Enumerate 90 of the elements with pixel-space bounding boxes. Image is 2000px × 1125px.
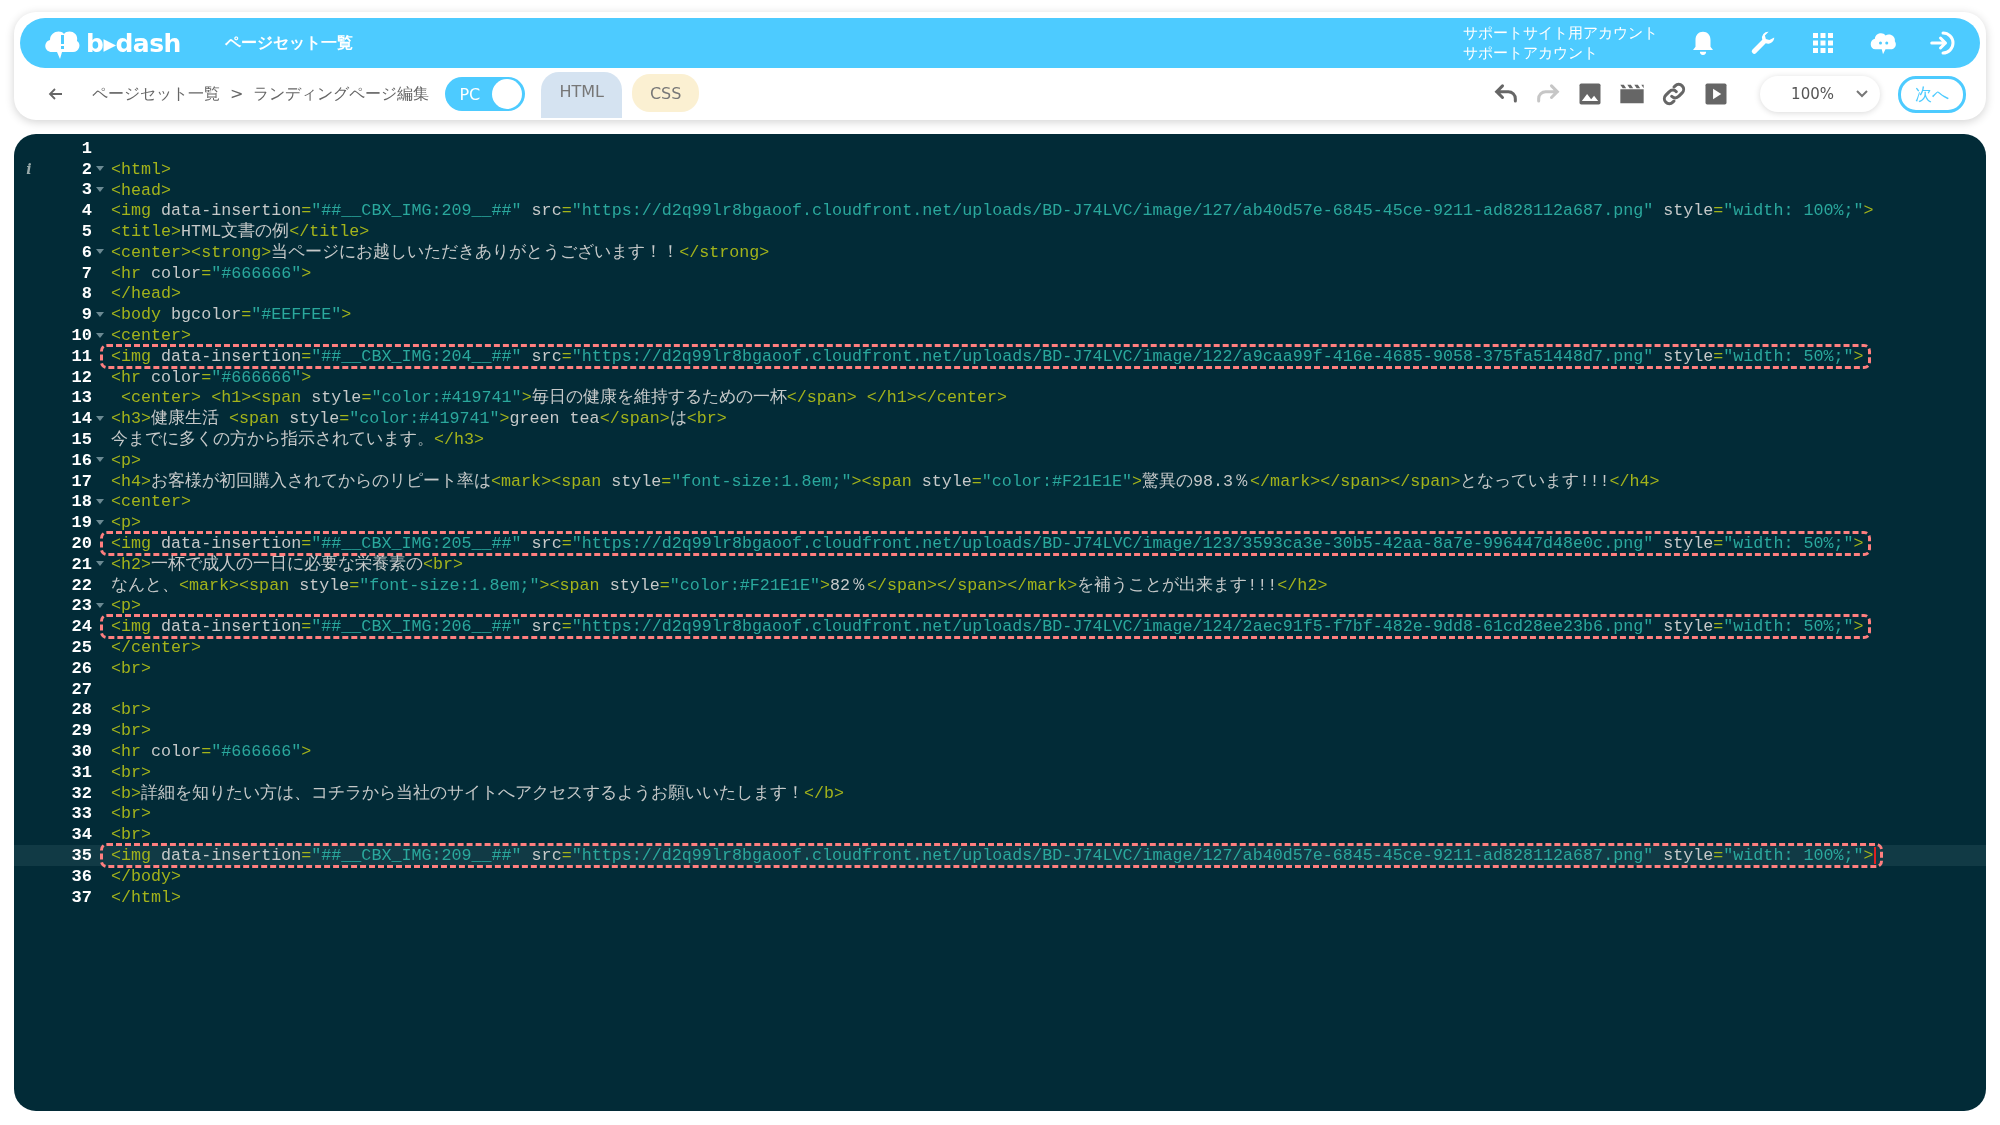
editor-tab[interactable]: CSS — [631, 74, 700, 112]
line-number: 35 — [70, 846, 92, 865]
line-number: 12 — [70, 367, 92, 387]
code-line: <br> — [110, 699, 153, 722]
breadcrumb-separator: > — [230, 83, 244, 105]
code-line: なんと、<mark><span style="font-size:1.8em;"><span style="color:#F21E1E">82％</span></span></mark>を補うことが出来ます!!!</h2> — [110, 574, 1329, 597]
line-number: 14 — [70, 409, 92, 429]
line-number: 24 — [70, 617, 92, 637]
editor-tab[interactable]: HTML — [541, 72, 622, 118]
fold-caret-icon[interactable] — [96, 332, 104, 339]
breadcrumb-item[interactable]: ページセット一覧 — [92, 83, 220, 105]
line-number: 15 — [70, 430, 92, 450]
line-number: 4 — [80, 201, 92, 221]
line-number: 19 — [70, 513, 92, 533]
zoom-select[interactable]: 100% — [1760, 76, 1880, 112]
line-number: 13 — [70, 388, 92, 408]
code-line: <b>詳細を知りたい方は、コチラから当社のサイトへアクセスするようお願いいたします！</b> — [110, 782, 846, 805]
line-number: 10 — [70, 326, 92, 346]
fold-caret-icon[interactable] — [96, 415, 104, 422]
code-line: <center> <h1><span style="color:#419741">毎日の健康を維持するための一杯</span> </h1></center> — [120, 387, 1008, 409]
line-number: 20 — [70, 534, 92, 554]
code-line: <br> — [110, 657, 153, 680]
line-number: 21 — [70, 554, 92, 574]
code-line: <hr color="#666666"> — [110, 366, 313, 389]
code-line: <img data-insertion="##__CBX_IMG:204__##" src="https://d2q99lr8bgaoof.cloudfront.net/uploads/BD-J74LVC/image/122/a9caa99f-416e-4685-9058-375fa51448d7.png" style="width: 50%;"> — [100, 343, 1871, 369]
line-number: 11 — [70, 346, 92, 366]
line-number: 37 — [70, 887, 92, 907]
fold-caret-icon[interactable] — [96, 457, 104, 464]
code-line: <html> — [110, 158, 173, 181]
line-number: 30 — [70, 742, 92, 761]
line-number: 36 — [70, 866, 92, 886]
line-number: 9 — [80, 305, 92, 325]
code-line: </body> — [110, 865, 183, 888]
code-line: <h3>健康生活 <span style="color:#419741">green tea</span>は<br> — [110, 408, 728, 430]
code-line: <img data-insertion="##__CBX_IMG:206__##" src="https://d2q99lr8bgaoof.cloudfront.net/uploads/BD-J74LVC/image/124/2aec91f5-f7bf-482e-9dd8-61cd28ee23b6.png" style="width: 50%;"> — [100, 614, 1871, 640]
line-number: 26 — [70, 658, 92, 678]
breadcrumb-item[interactable]: ランディングページ編集 — [253, 83, 430, 105]
fold-caret-icon[interactable] — [96, 311, 104, 318]
fold-caret-icon[interactable] — [96, 249, 104, 256]
code-line: <title>HTML文書の例</title> — [110, 221, 371, 243]
chevron-down-icon — [1856, 90, 1868, 98]
line-number: 31 — [70, 762, 92, 782]
code-line: 今までに多くの方から指示されています。</h3> — [110, 429, 486, 452]
line-number: 33 — [70, 804, 92, 824]
line-number: 1 — [80, 138, 92, 158]
fold-caret-icon[interactable] — [96, 561, 104, 568]
account-name: サポートサイト用アカウント — [1463, 23, 1658, 43]
code-line: </head> — [110, 283, 183, 306]
text-cursor — [1873, 847, 1876, 865]
line-number: 18 — [70, 492, 92, 512]
page-title: ページセット一覧 — [224, 32, 353, 54]
info-marker[interactable]: i — [26, 161, 32, 178]
code-line: <hr color="#666666"> — [110, 741, 313, 763]
line-number: 32 — [70, 783, 92, 803]
line-number: 5 — [80, 222, 92, 242]
code-line: </center> — [110, 637, 203, 660]
account-name: サポートアカウント — [1463, 43, 1599, 63]
code-line: <br> — [110, 803, 153, 826]
code-line: <img data-insertion="##__CBX_IMG:209__##" src="https://d2q99lr8bgaoof.cloudfront.net/uploads/BD-J74LVC/image/127/ab40d57e-6845-45ce-9211-ad828112a687.png" style="width: 100%;"> — [100, 843, 1883, 868]
code-line: <head> — [110, 179, 173, 202]
fold-caret-icon[interactable] — [96, 187, 104, 193]
line-number: 27 — [70, 679, 92, 699]
line-number: 28 — [70, 700, 92, 720]
line-number: 6 — [80, 242, 92, 262]
link-icon[interactable] — [1660, 80, 1688, 108]
line-number: 3 — [80, 180, 92, 200]
line-number: 7 — [80, 263, 92, 283]
code-line: <br> — [110, 720, 153, 743]
code-line: <body bgcolor="#EEFFEE"> — [110, 304, 353, 327]
line-number: 16 — [70, 450, 92, 470]
line-number: 23 — [70, 596, 92, 616]
line-number: 34 — [70, 825, 92, 845]
line-number: 29 — [70, 721, 92, 741]
line-number: 25 — [70, 638, 92, 657]
line-number: 22 — [70, 575, 92, 595]
code-line: <h4>お客様が初回購入されてからのリピート率は<mark><span style="font-size:1.8em;"><span style="color:#F21E1E">驚異の98.3％</mark></span></span>となっています!!!</h4> — [110, 470, 1661, 493]
fold-caret-icon[interactable] — [96, 602, 104, 609]
code-line: </html> — [110, 886, 183, 909]
line-number: 2 — [80, 159, 92, 179]
code-line: <img data-insertion="##__CBX_IMG:209__##" src="https://d2q99lr8bgaoof.cloudfront.net/uploads/BD-J74LVC/image/127/ab40d57e-6845-45ce-9211-ad828112a687.png" style="width: 100%;"> — [110, 200, 1875, 222]
code-line: <center> — [110, 491, 193, 514]
line-number: 8 — [80, 284, 92, 304]
fold-caret-icon[interactable] — [96, 519, 104, 526]
fold-caret-icon[interactable] — [96, 498, 104, 505]
fold-caret-icon[interactable] — [96, 166, 104, 173]
code-line: <p> — [110, 449, 143, 472]
code-line: <br> — [110, 761, 153, 784]
code-line: <hr color="#666666"> — [110, 262, 313, 285]
line-number: 17 — [70, 471, 92, 491]
code-line: <center><strong>当ページにお越しいただきありがとうございます！！</strong> — [110, 241, 771, 264]
